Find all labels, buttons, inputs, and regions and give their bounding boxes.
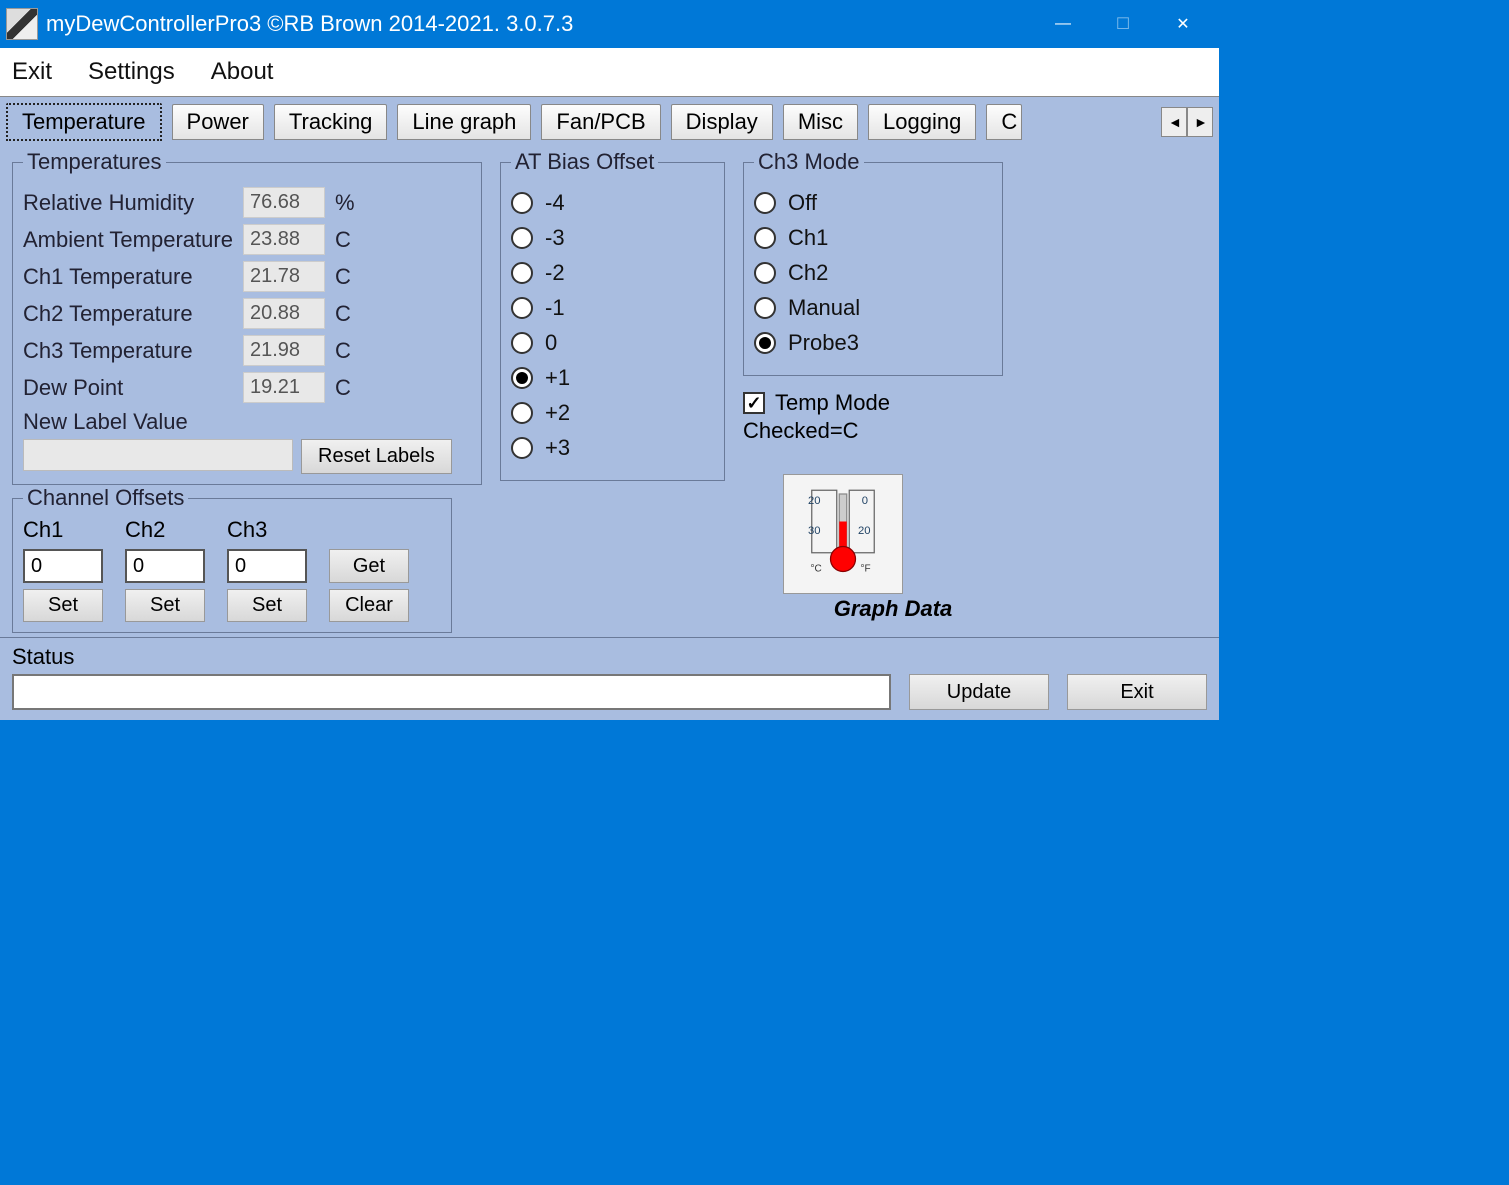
atbias-opt-p2[interactable]: +2 bbox=[511, 400, 714, 426]
offset-ch1-input[interactable] bbox=[23, 549, 103, 583]
svg-text:°C: °C bbox=[811, 564, 822, 575]
ch2-unit: C bbox=[335, 301, 351, 327]
offset-ch2-set[interactable]: Set bbox=[125, 589, 205, 622]
svg-text:30: 30 bbox=[808, 525, 821, 537]
app-icon bbox=[6, 8, 38, 40]
atbias-opt-p3[interactable]: +3 bbox=[511, 435, 714, 461]
status-label: Status bbox=[12, 644, 1207, 670]
menu-exit[interactable]: Exit bbox=[12, 58, 52, 86]
menu-about[interactable]: About bbox=[211, 58, 274, 86]
offset-ch3-input[interactable] bbox=[227, 549, 307, 583]
svg-text:0: 0 bbox=[862, 495, 868, 507]
menubar: Exit Settings About bbox=[0, 48, 1219, 96]
tab-power[interactable]: Power bbox=[172, 104, 264, 140]
dp-unit: C bbox=[335, 375, 351, 401]
offsets-legend: Channel Offsets bbox=[23, 485, 188, 511]
ch1-value: 21.78 bbox=[243, 261, 325, 292]
tab-display[interactable]: Display bbox=[671, 104, 773, 140]
offset-clear-button[interactable]: Clear bbox=[329, 589, 409, 622]
ch2-label: Ch2 Temperature bbox=[23, 301, 243, 327]
window-title: myDewControllerPro3 ©RB Brown 2014-2021.… bbox=[46, 11, 1033, 37]
offset-ch1-label: Ch1 bbox=[23, 517, 103, 543]
exit-button[interactable]: Exit bbox=[1067, 674, 1207, 710]
rh-unit: % bbox=[335, 190, 355, 216]
atbias-legend: AT Bias Offset bbox=[511, 149, 658, 175]
temperatures-group: Temperatures Relative Humidity76.68% Amb… bbox=[12, 149, 482, 485]
ch3mode-manual[interactable]: Manual bbox=[754, 295, 992, 321]
offset-ch2-input[interactable] bbox=[125, 549, 205, 583]
atbias-opt-m2[interactable]: -2 bbox=[511, 260, 714, 286]
offset-ch1-set[interactable]: Set bbox=[23, 589, 103, 622]
maximize-button[interactable]: ☐ bbox=[1093, 4, 1153, 44]
ch3mode-ch1[interactable]: Ch1 bbox=[754, 225, 992, 251]
minimize-button[interactable]: — bbox=[1033, 4, 1093, 44]
tab-tracking[interactable]: Tracking bbox=[274, 104, 388, 140]
reset-labels-button[interactable]: Reset Labels bbox=[301, 439, 452, 474]
newlabel-input[interactable] bbox=[23, 439, 293, 471]
offset-ch3-label: Ch3 bbox=[227, 517, 307, 543]
ch3-unit: C bbox=[335, 338, 351, 364]
svg-text:°F: °F bbox=[861, 564, 871, 575]
tabstrip: Temperature Power Tracking Line graph Fa… bbox=[0, 96, 1219, 141]
atbias-opt-m1[interactable]: -1 bbox=[511, 295, 714, 321]
svg-text:20: 20 bbox=[808, 495, 821, 507]
offset-ch2-label: Ch2 bbox=[125, 517, 205, 543]
offset-get-button[interactable]: Get bbox=[329, 549, 409, 583]
tab-scroll-left[interactable]: ◄ bbox=[1161, 107, 1187, 137]
temperatures-legend: Temperatures bbox=[23, 149, 166, 175]
offset-ch3-set[interactable]: Set bbox=[227, 589, 307, 622]
client-area: Temperatures Relative Humidity76.68% Amb… bbox=[0, 141, 1219, 637]
statusbar: Status Update Exit bbox=[0, 637, 1219, 720]
tab-temperature[interactable]: Temperature bbox=[6, 103, 162, 141]
at-value: 23.88 bbox=[243, 224, 325, 255]
titlebar: myDewControllerPro3 ©RB Brown 2014-2021.… bbox=[0, 0, 1219, 48]
check-icon bbox=[743, 392, 765, 414]
atbias-opt-m4[interactable]: -4 bbox=[511, 190, 714, 216]
tempmode-sub: Checked=C bbox=[743, 418, 1003, 444]
at-label: Ambient Temperature bbox=[23, 227, 243, 253]
ch3mode-off[interactable]: Off bbox=[754, 190, 992, 216]
ch2-value: 20.88 bbox=[243, 298, 325, 329]
channel-offsets-group: Channel Offsets Ch1 Set Ch2 Set Ch3 bbox=[12, 485, 452, 633]
ch1-unit: C bbox=[335, 264, 351, 290]
tab-logging[interactable]: Logging bbox=[868, 104, 976, 140]
ch3-label: Ch3 Temperature bbox=[23, 338, 243, 364]
status-input[interactable] bbox=[12, 674, 891, 710]
tab-misc[interactable]: Misc bbox=[783, 104, 858, 140]
graph-data-label: Graph Data bbox=[783, 596, 1003, 622]
ch1-label: Ch1 Temperature bbox=[23, 264, 243, 290]
tab-fanpcb[interactable]: Fan/PCB bbox=[541, 104, 660, 140]
tempmode-checkbox[interactable]: Temp Mode bbox=[743, 390, 1003, 416]
tab-overflow[interactable]: C bbox=[986, 104, 1022, 140]
atbias-group: AT Bias Offset -4 -3 -2 -1 0 +1 +2 +3 bbox=[500, 149, 725, 481]
svg-text:20: 20 bbox=[858, 525, 871, 537]
close-button[interactable]: ✕ bbox=[1153, 4, 1213, 44]
tab-linegraph[interactable]: Line graph bbox=[397, 104, 531, 140]
ch3mode-group: Ch3 Mode Off Ch1 Ch2 Manual Probe3 bbox=[743, 149, 1003, 376]
ch3mode-ch2[interactable]: Ch2 bbox=[754, 260, 992, 286]
ch3-value: 21.98 bbox=[243, 335, 325, 366]
atbias-opt-m3[interactable]: -3 bbox=[511, 225, 714, 251]
rh-value: 76.68 bbox=[243, 187, 325, 218]
ch3mode-probe3[interactable]: Probe3 bbox=[754, 330, 992, 356]
thermometer-icon[interactable]: 20 30 0 20 °C °F bbox=[783, 474, 903, 594]
dp-label: Dew Point bbox=[23, 375, 243, 401]
update-button[interactable]: Update bbox=[909, 674, 1049, 710]
at-unit: C bbox=[335, 227, 351, 253]
atbias-opt-p1[interactable]: +1 bbox=[511, 365, 714, 391]
dp-value: 19.21 bbox=[243, 372, 325, 403]
menu-settings[interactable]: Settings bbox=[88, 58, 175, 86]
rh-label: Relative Humidity bbox=[23, 190, 243, 216]
ch3mode-legend: Ch3 Mode bbox=[754, 149, 864, 175]
tab-scroll-right[interactable]: ► bbox=[1187, 107, 1213, 137]
newlabel-label: New Label Value bbox=[23, 409, 471, 435]
atbias-opt-0[interactable]: 0 bbox=[511, 330, 714, 356]
